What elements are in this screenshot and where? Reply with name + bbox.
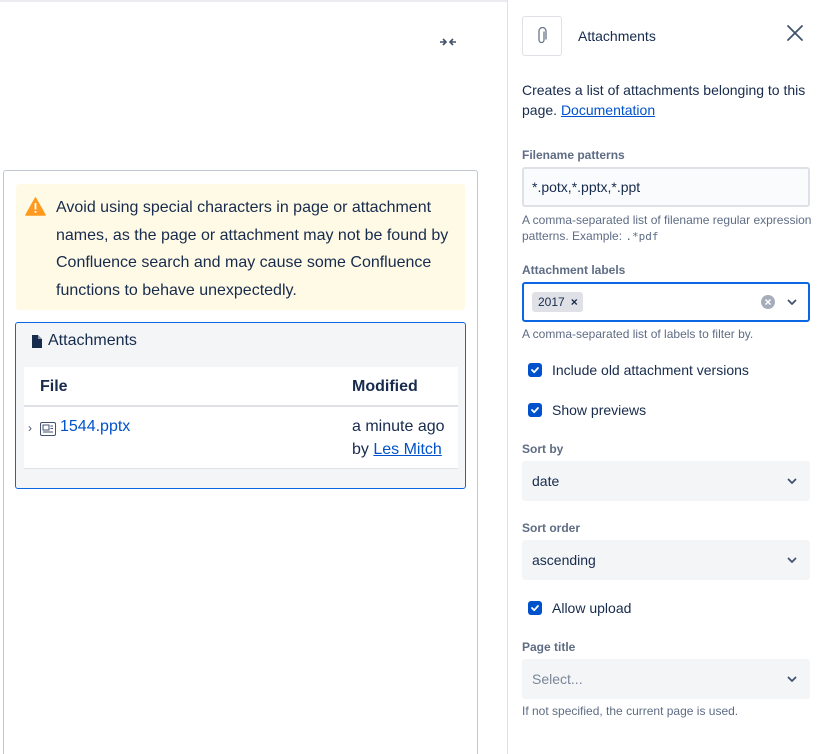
paperclip-icon: [538, 27, 547, 44]
filename-patterns-hint-text: A comma-separated list of filename regul…: [522, 213, 812, 243]
warning-icon: [25, 197, 46, 216]
sort-order-value: ascending: [532, 552, 596, 568]
label-tag: 2017 ×: [532, 292, 583, 312]
attachments-macro[interactable]: Attachments File Modified › 1544.pptx a …: [15, 322, 466, 489]
filename-patterns-hint: A comma-separated list of filename regul…: [522, 212, 812, 245]
collapse-arrows-icon: [440, 38, 456, 46]
include-old-versions-label: Include old attachment versions: [552, 362, 749, 378]
allow-upload-checkbox[interactable]: Allow upload: [528, 600, 631, 616]
file-link[interactable]: 1544.pptx: [60, 418, 130, 436]
macro-title-text: Attachments: [48, 332, 137, 349]
filename-patterns-value: *.potx,*.pptx,*.ppt: [532, 179, 641, 195]
attachment-labels-hint: A comma-separated list of labels to filt…: [522, 327, 754, 341]
chevron-down-icon[interactable]: [786, 296, 798, 308]
checkbox-checked-icon[interactable]: [528, 601, 542, 615]
filename-patterns-input[interactable]: *.potx,*.pptx,*.ppt: [522, 167, 810, 207]
checkbox-checked-icon[interactable]: [528, 403, 542, 417]
sort-by-label: Sort by: [522, 442, 564, 456]
table-header-row: File Modified: [24, 367, 458, 407]
close-icon: [787, 25, 803, 41]
page-title-hint: If not specified, the current page is us…: [522, 704, 739, 718]
sort-by-select[interactable]: date: [522, 461, 810, 501]
macro-title: Attachments: [31, 332, 137, 350]
macro-icon-box: [522, 16, 562, 56]
show-previews-label: Show previews: [552, 402, 647, 418]
documentation-link[interactable]: Documentation: [561, 102, 655, 118]
remove-tag-icon[interactable]: ×: [571, 295, 578, 309]
clear-selection-icon[interactable]: [761, 295, 775, 309]
panel-description: Creates a list of attachments belonging …: [522, 80, 812, 120]
allow-upload-label: Allow upload: [552, 600, 632, 616]
attachment-labels-select[interactable]: 2017 ×: [522, 282, 810, 322]
expand-chevron-icon[interactable]: ›: [28, 421, 32, 435]
warning-text: Avoid using special characters in page o…: [56, 199, 449, 299]
page-title-label: Page title: [522, 640, 576, 654]
sort-order-select[interactable]: ascending: [522, 540, 810, 580]
table-row: › 1544.pptx a minute ago by Les Mitch: [24, 407, 458, 469]
modified-by: by Les Mitch: [352, 441, 442, 459]
chevron-down-icon: [787, 478, 797, 484]
attachment-labels-label: Attachment labels: [522, 263, 626, 277]
attachments-table: File Modified › 1544.pptx a minute ago b…: [24, 367, 458, 469]
modified-by-prefix: by: [352, 441, 369, 458]
document-icon: [32, 334, 42, 348]
macro-config-panel: Attachments Creates a list of attachment…: [507, 0, 823, 754]
filename-patterns-label: Filename patterns: [522, 148, 625, 162]
modified-time: a minute ago: [352, 418, 445, 435]
checkbox-checked-icon[interactable]: [528, 363, 542, 377]
chevron-down-icon: [787, 676, 797, 682]
sort-by-value: date: [532, 473, 560, 489]
warning-panel: Avoid using special characters in page o…: [16, 184, 465, 310]
include-old-versions-checkbox[interactable]: Include old attachment versions: [528, 362, 749, 378]
page-title-placeholder: Select...: [532, 671, 583, 687]
collapse-width-button[interactable]: [436, 32, 460, 52]
label-tag-text: 2017: [538, 295, 565, 309]
author-link[interactable]: Les Mitch: [373, 441, 441, 458]
page-title-select[interactable]: Select...: [522, 659, 810, 699]
column-header-modified: Modified: [352, 378, 418, 395]
chevron-down-icon: [787, 557, 797, 563]
column-header-file: File: [40, 378, 68, 395]
close-button[interactable]: [784, 22, 806, 44]
panel-title: Attachments: [578, 28, 656, 44]
presentation-file-icon: [40, 422, 56, 436]
sort-order-label: Sort order: [522, 521, 581, 535]
show-previews-checkbox[interactable]: Show previews: [528, 402, 646, 418]
filename-patterns-example: .*pdf: [625, 230, 659, 243]
